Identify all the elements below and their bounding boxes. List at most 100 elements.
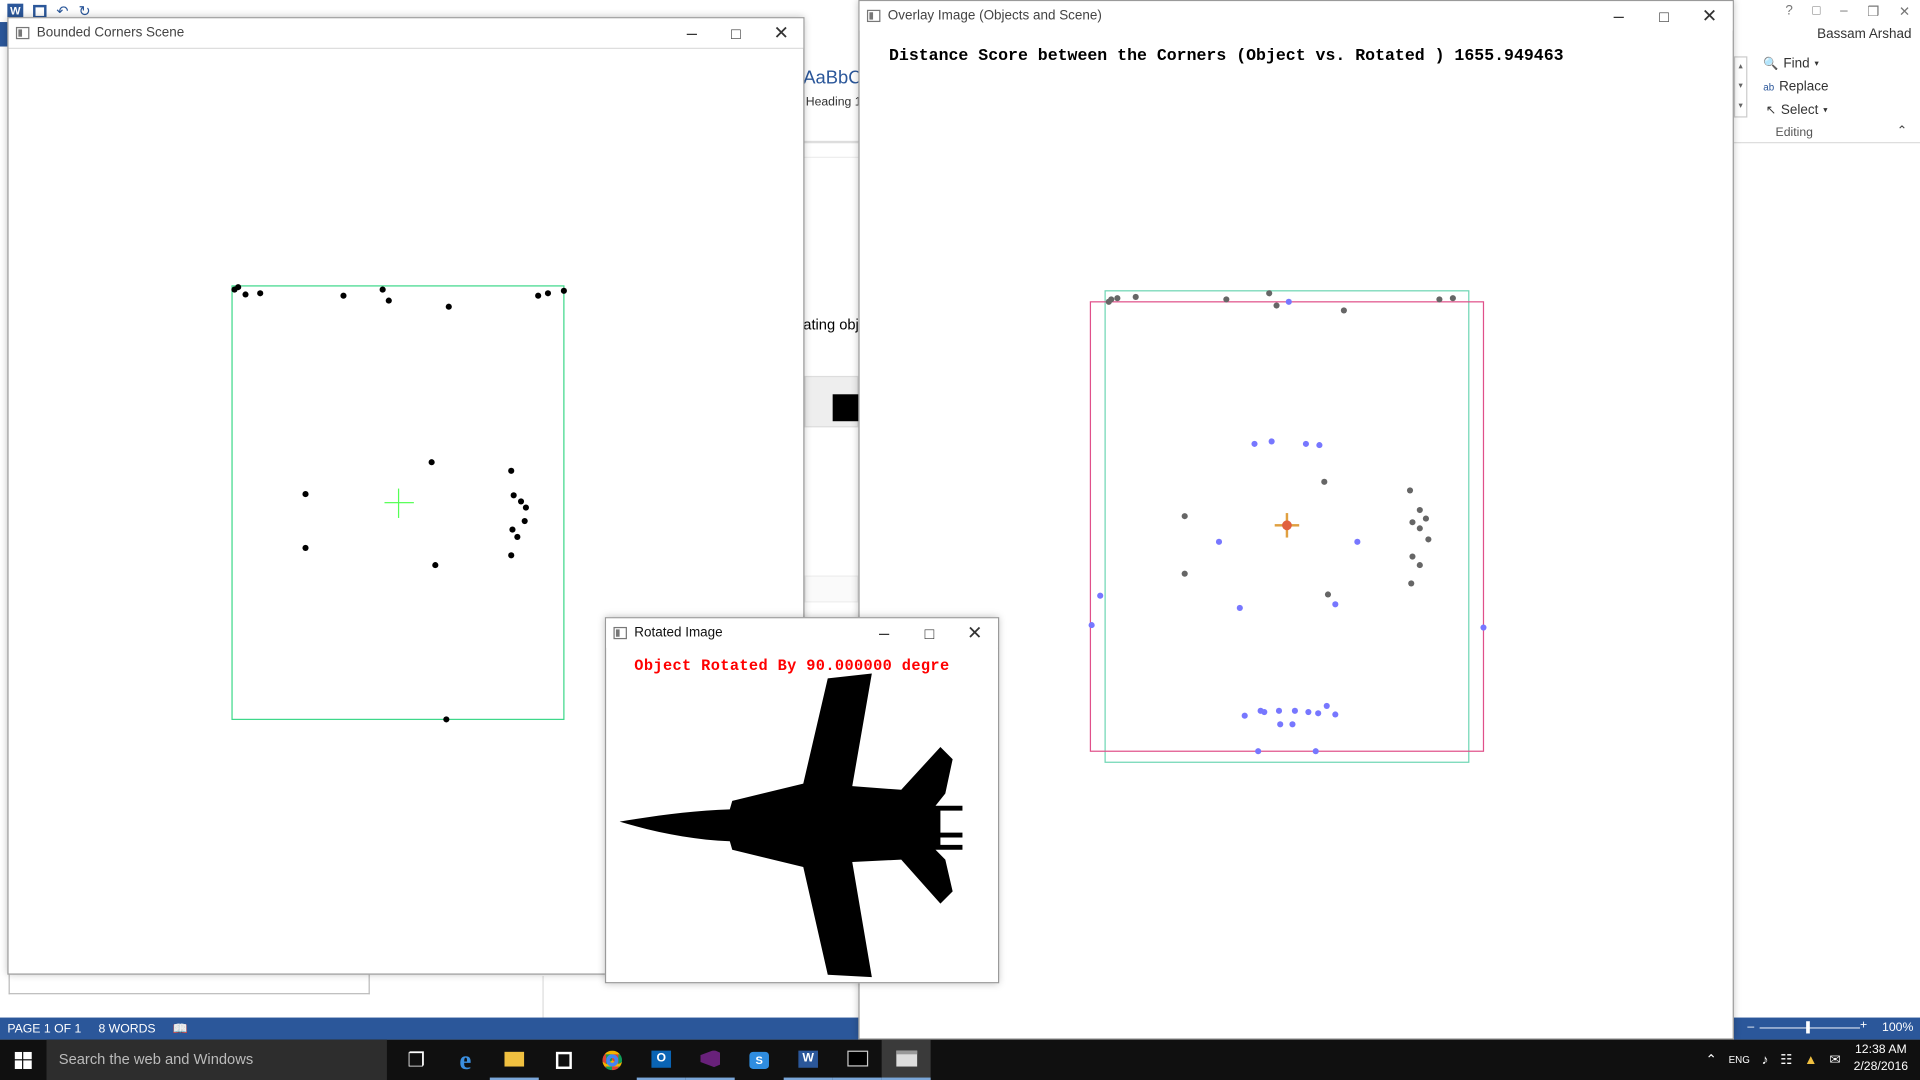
clock-time: 12:38 AM [1854, 1043, 1907, 1057]
zoom-thumb[interactable] [1806, 1021, 1810, 1034]
scene-corner-point [1449, 295, 1456, 302]
object-corner-point [1289, 721, 1296, 728]
styles-gallery: AaBbC Heading 1 [803, 48, 862, 143]
title-bar[interactable]: Bounded Corners Scene – □ ✕ [8, 18, 804, 48]
ribbon-gallery-scroll[interactable]: ▴ ▾ ▾ [1733, 56, 1748, 118]
maximize-button[interactable]: □ [714, 18, 758, 47]
outlook-icon[interactable]: O [636, 1040, 686, 1080]
corner-point [443, 716, 450, 723]
corner-point [302, 491, 309, 498]
maximize-button[interactable]: □ [907, 618, 951, 647]
window-title: Rotated Image [634, 625, 723, 641]
file-explorer-icon[interactable] [489, 1040, 539, 1080]
search-input[interactable]: Search the web and Windows [59, 1051, 253, 1068]
skype-icon[interactable]: S [735, 1040, 784, 1080]
zoom-out-button[interactable]: – [1747, 1020, 1754, 1033]
chevron-up-icon[interactable]: ⌃ [1706, 1052, 1717, 1068]
corner-point [560, 287, 567, 294]
page-count[interactable]: PAGE 1 OF 1 [7, 1022, 81, 1035]
find-button[interactable]: 🔍 Find ▾ [1763, 56, 1819, 71]
taskbar: Search the web and Windows ❐ e O S W ⌃ E… [0, 1039, 1920, 1080]
task-view-button[interactable]: ❐ [392, 1040, 441, 1080]
store-icon[interactable] [539, 1040, 588, 1080]
corner-point [428, 459, 435, 466]
corner-point [379, 286, 386, 293]
notifications-icon[interactable]: ✉ [1829, 1052, 1840, 1068]
object-corner-point [1332, 601, 1339, 608]
object-corner-point [1241, 712, 1248, 719]
object-corner-point [1097, 592, 1104, 599]
help-icon[interactable]: ? [1785, 4, 1793, 19]
clock[interactable]: 12:38 AM 2/28/2016 [1849, 1042, 1913, 1076]
corner-point [510, 492, 517, 499]
title-bar[interactable]: Rotated Image – □ ✕ [606, 618, 998, 648]
doc-divider [804, 142, 859, 144]
drive-icon[interactable]: ▲ [1804, 1052, 1817, 1067]
close-button[interactable]: ✕ [953, 618, 997, 647]
close-icon[interactable]: ✕ [1899, 3, 1910, 19]
console-icon[interactable] [832, 1040, 882, 1080]
title-bar[interactable]: Overlay Image (Objects and Scene) – □ ✕ [859, 1, 1733, 31]
select-button[interactable]: ↖ Select ▾ [1766, 103, 1828, 118]
scene-corner-point [1406, 487, 1414, 494]
object-corner-point [1277, 721, 1284, 728]
object-corner-point [1302, 440, 1309, 447]
corner-point [432, 562, 439, 569]
object-corner-point [1215, 538, 1223, 545]
rotated-image-window: Rotated Image – □ ✕ Object Rotated By 90… [604, 617, 1000, 984]
style-sample[interactable]: AaBbC [803, 67, 861, 88]
minimize-icon[interactable]: – [1840, 4, 1848, 19]
volume-icon[interactable]: ♪ [1762, 1052, 1769, 1067]
corner-point [522, 504, 529, 511]
start-button[interactable] [0, 1040, 47, 1080]
center-crosshair-icon [1274, 513, 1300, 538]
replace-icon: ab [1763, 81, 1775, 93]
word-taskbar-icon[interactable]: W [783, 1040, 833, 1080]
corner-point [508, 552, 515, 559]
scene-corner-point [1416, 562, 1423, 569]
language-indicator[interactable]: ENG [1729, 1054, 1750, 1065]
save-icon[interactable] [33, 4, 47, 18]
word-window-controls: ? □ – ❐ ✕ [1776, 0, 1920, 22]
minimize-button[interactable]: – [862, 618, 906, 647]
word-user-name[interactable]: Bassam Arshad [1817, 27, 1911, 42]
object-corner-point [1312, 748, 1319, 755]
proofing-icon[interactable]: 📖 [173, 1022, 188, 1035]
doc-embedded-caption [804, 575, 859, 603]
scene-corner-point [1223, 296, 1230, 303]
editing-group-label: Editing [1775, 126, 1813, 140]
collapse-ribbon-icon[interactable]: ⌃ [1897, 125, 1907, 138]
word-count[interactable]: 8 WORDS [98, 1022, 155, 1035]
edge-icon[interactable]: e [441, 1040, 490, 1080]
network-icon[interactable]: ☷ [1780, 1052, 1792, 1068]
object-corner-point [1261, 708, 1268, 716]
object-corner-point [1305, 708, 1312, 716]
word-status-bar: PAGE 1 OF 1 8 WORDS 📖 [0, 1017, 860, 1040]
scene-corner-point [1181, 513, 1188, 520]
minimize-button[interactable]: – [670, 18, 714, 47]
corner-point [544, 290, 552, 297]
scene-corner-point [1266, 290, 1273, 297]
zoom-slider[interactable] [1759, 1021, 1861, 1034]
window-title: Overlay Image (Objects and Scene) [887, 8, 1102, 24]
search-box[interactable]: Search the web and Windows [46, 1039, 387, 1080]
object-corner-point [1316, 442, 1323, 449]
visual-studio-icon[interactable] [685, 1040, 735, 1080]
close-button[interactable]: ✕ [759, 18, 803, 47]
scene-corner-point [1408, 580, 1415, 587]
word-status-bar-right: – + 100% [1732, 1017, 1920, 1040]
corner-point [340, 292, 347, 299]
maximize-button[interactable]: □ [1642, 1, 1686, 30]
object-corner-point [1332, 711, 1339, 718]
close-button[interactable]: ✕ [1687, 1, 1731, 30]
chrome-icon[interactable] [588, 1040, 637, 1080]
replace-button[interactable]: ab Replace [1763, 80, 1828, 95]
ribbon-display-icon[interactable]: □ [1812, 4, 1820, 19]
restore-icon[interactable]: ❐ [1867, 3, 1879, 19]
chevron-down-icon: ▾ [1823, 106, 1828, 116]
zoom-in-button[interactable]: + [1860, 1019, 1867, 1032]
image-viewer-app-icon[interactable] [881, 1039, 931, 1080]
rotated-canvas: Object Rotated By 90.000000 degre [607, 648, 998, 983]
zoom-level[interactable]: 100% [1882, 1021, 1913, 1034]
minimize-button[interactable]: – [1597, 1, 1641, 30]
